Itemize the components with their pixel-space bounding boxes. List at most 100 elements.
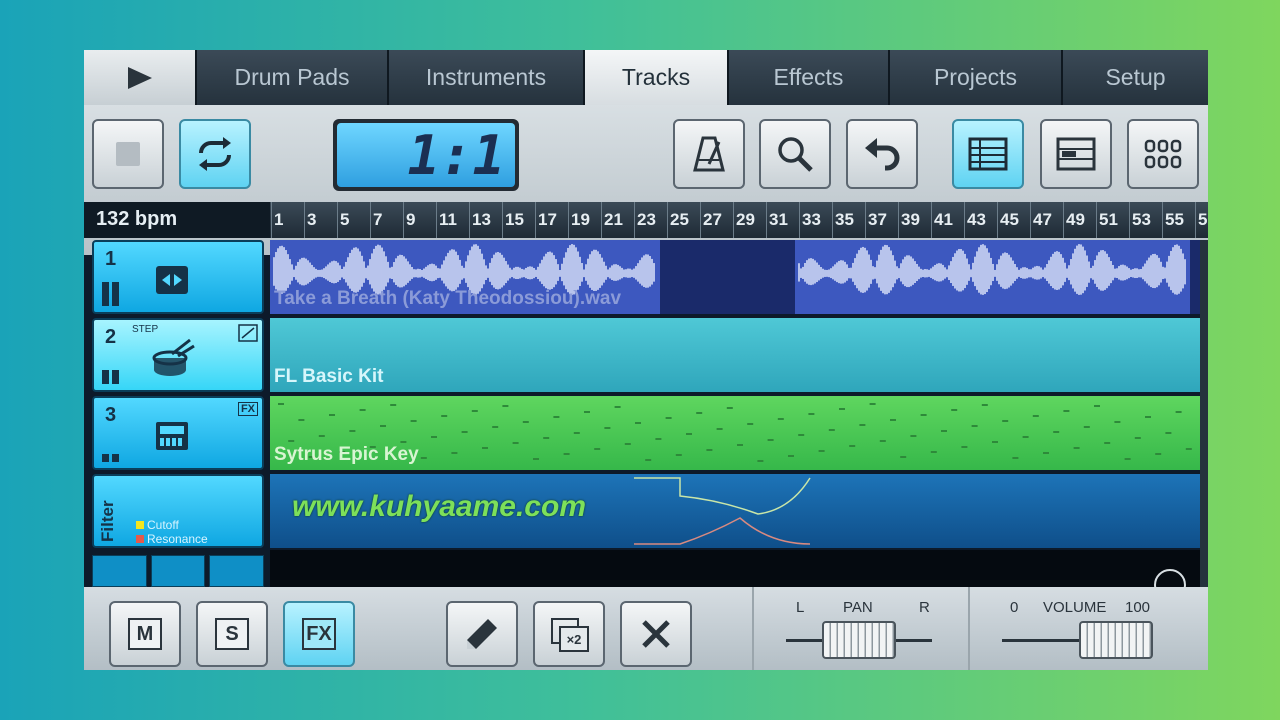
magnifier-icon — [778, 137, 813, 172]
clip-name: Sytrus Epic Key — [274, 444, 419, 465]
automation-header[interactable]: Filter Cutoff Resonance — [92, 474, 264, 548]
tab-projects[interactable]: Projects — [890, 50, 1063, 105]
ruler-tick — [700, 202, 701, 238]
loop-button[interactable] — [179, 119, 251, 189]
level-meter — [102, 358, 120, 384]
grid-icon — [1144, 139, 1182, 169]
add-pattern-button[interactable] — [209, 555, 265, 587]
ruler-bar-number: 13 — [472, 210, 491, 229]
track-number: 3 — [105, 404, 117, 426]
ruler-tick — [1063, 202, 1064, 238]
undo-button[interactable] — [846, 119, 918, 189]
track-lane-3[interactable]: Sytrus Epic Key — [270, 396, 1200, 470]
timeline-ruler[interactable]: 132 bpm 1 3 5 7 9 11 13 15 17 19 21 23 25 27 29 31 33 35 3… — [84, 202, 1208, 238]
add-track-button[interactable] — [92, 555, 147, 587]
delete-button[interactable] — [620, 601, 692, 667]
ruler-bar-number: 17 — [538, 210, 557, 229]
loop-icon — [199, 137, 231, 171]
ruler-bar-number: 27 — [703, 210, 722, 229]
audio-clip-icon — [156, 266, 188, 294]
tab-effects[interactable]: Effects — [729, 50, 890, 105]
empty-lane-area[interactable] — [270, 550, 1200, 601]
divider — [968, 587, 970, 670]
ruler-tick — [568, 202, 569, 238]
ruler-bar-number: 5 — [340, 210, 350, 229]
metronome-button[interactable] — [673, 119, 745, 189]
grid-view-button[interactable] — [1127, 119, 1199, 189]
ruler-tick — [1195, 202, 1196, 238]
position-display[interactable]: 1:1 — [333, 119, 519, 191]
add-automation-button[interactable] — [150, 555, 206, 587]
track-header-2[interactable]: 2 STEP — [92, 318, 264, 392]
list-view-icon — [968, 137, 1008, 171]
track-lane-2[interactable]: FL Basic Kit — [270, 318, 1200, 392]
ruler-tick — [370, 202, 371, 238]
cutoff-swatch — [136, 521, 144, 529]
metronome-icon — [693, 136, 725, 172]
stop-button[interactable] — [92, 119, 164, 189]
ruler-bar-number: 15 — [505, 210, 524, 229]
ruler-tick — [733, 202, 734, 238]
ruler-bar-number: 7 — [373, 210, 383, 229]
track-lane-1[interactable]: Take a Breath (Katy Theodossiou).wav — [270, 240, 1200, 314]
stop-icon — [116, 142, 140, 166]
ruler-bar-number: 43 — [967, 210, 986, 229]
tab-setup[interactable]: Setup — [1063, 50, 1208, 105]
ruler-bar-number: 19 — [571, 210, 590, 229]
pan-title: PAN — [843, 599, 873, 616]
ruler-tick — [865, 202, 866, 238]
divider — [752, 587, 754, 670]
pencil-button[interactable] — [446, 601, 518, 667]
duplicate-label: ×2 — [559, 626, 589, 652]
duplicate-button[interactable]: ×2 — [533, 601, 605, 667]
tab-instruments[interactable]: Instruments — [389, 50, 585, 105]
automation-label: Filter — [98, 500, 117, 542]
solo-label: S — [215, 618, 249, 650]
ruler-tick — [799, 202, 800, 238]
mixer-view-button[interactable] — [1040, 119, 1112, 189]
automation-legend: Cutoff Resonance — [136, 518, 208, 546]
position-readout: 1:1 — [407, 123, 505, 187]
ruler-bar-number: 9 — [406, 210, 416, 229]
ruler-bar-number: 45 — [1000, 210, 1019, 229]
ruler-tick — [634, 202, 635, 238]
fl-studio-mobile-app: Drum Pads Instruments Tracks Effects Pro… — [84, 50, 1208, 670]
ruler-tick — [502, 202, 503, 238]
edit-icon[interactable] — [238, 324, 258, 342]
track-controls-bar: M S FX ×2 L PAN R 0 VOLUME 100 — [84, 587, 1208, 670]
clip-name: FL Basic Kit — [274, 366, 384, 387]
volume-title: VOLUME — [1043, 599, 1107, 616]
ruler-tick — [304, 202, 305, 238]
bar-ruler[interactable]: 1 3 5 7 9 11 13 15 17 19 21 23 25 27 29 31 33 35 37 39 41 43 4… — [270, 202, 1208, 238]
tab-tracks[interactable]: Tracks — [585, 50, 729, 105]
ruler-tick — [403, 202, 404, 238]
playlist-view-button[interactable] — [952, 119, 1024, 189]
fx-badge[interactable]: FX — [237, 402, 258, 416]
mute-button[interactable]: M — [109, 601, 181, 667]
clip-name: Take a Breath (Katy Theodossiou).wav — [274, 288, 622, 309]
ruler-tick — [997, 202, 998, 238]
ruler-bar-number: 39 — [901, 210, 920, 229]
track-header-3[interactable]: 3 FX — [92, 396, 264, 470]
ruler-tick — [1162, 202, 1163, 238]
level-meter — [102, 436, 120, 462]
vertical-scrollbar[interactable] — [1200, 240, 1208, 587]
track-header-1[interactable]: 1 — [92, 240, 264, 314]
zoom-button[interactable] — [759, 119, 831, 189]
undo-icon — [865, 138, 900, 171]
solo-button[interactable]: S — [196, 601, 268, 667]
tempo-display[interactable]: 132 bpm — [96, 208, 177, 231]
legend-cutoff: Cutoff — [147, 518, 179, 532]
tab-drum-pads[interactable]: Drum Pads — [197, 50, 389, 105]
play-button[interactable] — [84, 50, 197, 105]
ruler-tick — [271, 202, 272, 238]
fx-button[interactable]: FX — [283, 601, 355, 667]
ruler-tick — [832, 202, 833, 238]
panel-view-icon — [1056, 137, 1096, 171]
ruler-tick — [667, 202, 668, 238]
ruler-bar-number: 49 — [1066, 210, 1085, 229]
level-meter — [102, 280, 120, 306]
pan-slider-handle[interactable] — [822, 621, 896, 659]
add-track-row — [92, 555, 265, 587]
volume-slider-handle[interactable] — [1078, 621, 1153, 659]
